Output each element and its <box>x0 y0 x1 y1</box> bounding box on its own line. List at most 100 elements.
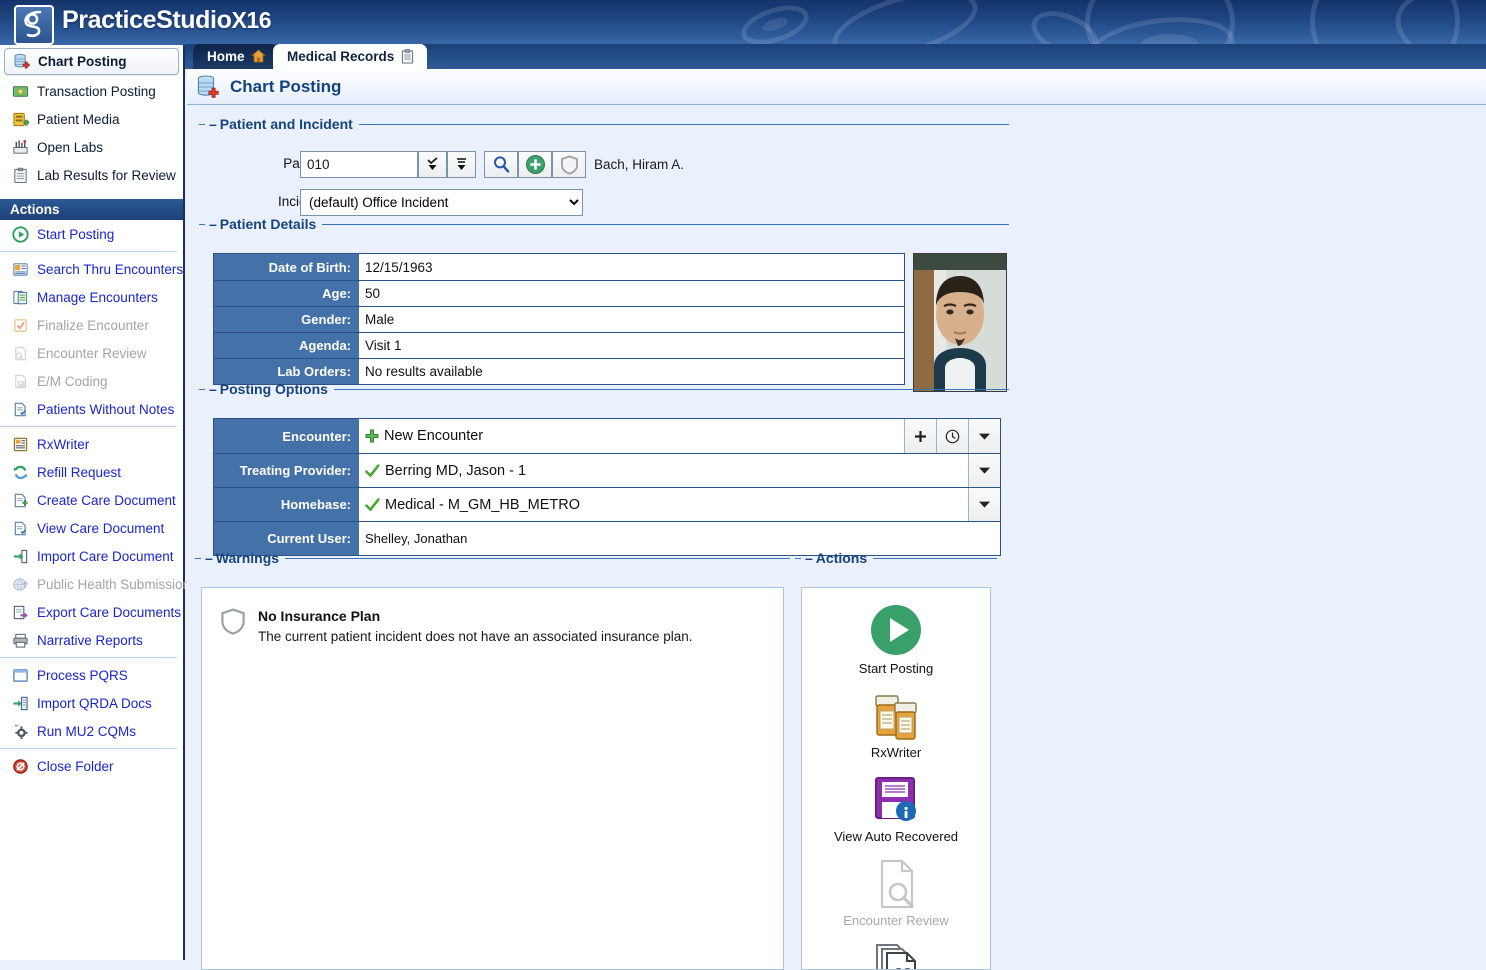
sidebar-item-chart-posting[interactable]: Chart Posting <box>4 48 179 75</box>
sidebar-item-open-labs[interactable]: Open Labs <box>0 133 183 161</box>
shield-icon <box>221 608 245 635</box>
sidebar-item-patient-media[interactable]: Patient Media <box>0 105 183 133</box>
printer-icon <box>12 632 29 649</box>
refresh-icon <box>12 464 29 481</box>
doc-view-icon <box>12 520 29 537</box>
sidebar-item-label: Open Labs <box>37 139 104 155</box>
tab-home[interactable]: Home <box>193 44 278 69</box>
patient-detail-value: Male <box>359 307 904 332</box>
posting-option-value: New Encounter <box>384 428 484 444</box>
posting-option-row: Homebase: Medical - M_GM_HB_METRO <box>214 487 1000 521</box>
add-icon[interactable] <box>904 419 936 453</box>
incident-select[interactable]: (default) Office Incident <box>300 189 583 216</box>
patient-name: Bach, Hiram A. <box>594 157 685 172</box>
doc-add-icon <box>12 492 29 509</box>
tab-medical-records[interactable]: Medical Records <box>273 44 428 69</box>
app-banner: PracticeStudioX16 <box>0 0 1486 45</box>
sidebar-action-label: Finalize Encounter <box>37 317 149 333</box>
chevron-down-icon[interactable] <box>968 454 1000 487</box>
sidebar-action-label: E/M Coding <box>37 373 108 389</box>
actions-panel-body: Start Posting RxWriter View Auto Recovered… <box>801 587 991 970</box>
chevron-down-icon[interactable] <box>968 419 1000 453</box>
search-encounters-icon <box>12 261 29 278</box>
checkbox-icon <box>12 317 29 334</box>
sidebar-action-start-posting[interactable]: Start Posting <box>0 220 183 248</box>
patient-input[interactable]: 010 <box>300 151 418 178</box>
app-logo <box>14 5 54 45</box>
chevron-down-icon[interactable] <box>968 488 1000 521</box>
sidebar-action-refill-request[interactable]: Refill Request <box>0 458 183 486</box>
sidebar-action-label: Refill Request <box>37 464 122 480</box>
posting-option-value: Medical - M_GM_HB_METRO <box>385 496 580 513</box>
warning-title: No Insurance Plan <box>258 608 381 624</box>
select-down-icon[interactable] <box>418 151 447 178</box>
posting-option-value-cell[interactable]: Berring MD, Jason - 1 <box>359 454 968 487</box>
doc-note-icon <box>12 401 29 418</box>
sidebar-action-label: Process PQRS <box>37 667 128 683</box>
add-patient-icon[interactable] <box>518 151 552 178</box>
posting-option-value-cell[interactable]: New Encounter <box>359 419 904 453</box>
sidebar-action-import-care-document[interactable]: Import Care Document <box>0 542 183 570</box>
posting-option-value-cell[interactable]: Medical - M_GM_HB_METRO <box>359 488 968 521</box>
sidebar-action-e-m-coding: E/M Coding <box>0 367 183 395</box>
media-icon <box>12 111 29 128</box>
shield-icon[interactable] <box>552 151 586 178</box>
action-tile-search-encounters[interactable]: Search Encounters <box>802 942 990 969</box>
posting-options-section: – Posting Options Encounter: New Encounter… <box>199 381 1009 556</box>
sidebar-action-rxwriter[interactable]: RxWriter <box>0 430 183 458</box>
page-header: Chart Posting <box>187 69 1486 105</box>
action-tile-label: RxWriter <box>870 745 922 760</box>
patient-detail-value: 12/15/1963 <box>359 254 904 280</box>
sidebar-actions-header: Actions <box>0 199 183 220</box>
patient-detail-row: Agenda: Visit 1 <box>214 332 904 358</box>
lab-icon <box>12 139 29 156</box>
action-tile-rxwriter[interactable]: RxWriter <box>802 690 990 760</box>
sidebar-item-lab-results-for-review[interactable]: Lab Results for Review <box>0 161 183 189</box>
sidebar-action-close-folder[interactable]: Close Folder <box>0 752 183 780</box>
sidebar-action-export-care-documents[interactable]: Export Care Documents <box>0 598 183 626</box>
sidebar-action-encounter-review: Encounter Review <box>0 339 183 367</box>
sidebar-action-run-mu2-cqms[interactable]: Run MU2 CQMs <box>0 717 183 745</box>
sidebar-action-view-care-document[interactable]: View Care Document <box>0 514 183 542</box>
clock-icon[interactable] <box>936 419 968 453</box>
action-tile-view-auto-recovered[interactable]: View Auto Recovered <box>802 774 990 844</box>
page-title: Chart Posting <box>230 76 342 96</box>
sidebar-action-finalize-encounter: Finalize Encounter <box>0 311 183 339</box>
action-tile-start-posting[interactable]: Start Posting <box>802 602 990 676</box>
search-icon[interactable] <box>484 151 518 178</box>
sidebar-action-import-qrda-docs[interactable]: Import QRDA Docs <box>0 689 183 717</box>
brand-title: PracticeStudioX16 <box>62 6 272 35</box>
brand-name: PracticeStudio <box>62 6 232 34</box>
home-icon <box>250 49 266 63</box>
sidebar-action-label: View Care Document <box>37 520 165 536</box>
patient-detail-row: Age: 50 <box>214 280 904 306</box>
list-down-icon[interactable] <box>447 151 476 178</box>
patient-photo <box>913 253 1007 392</box>
sidebar-action-label: RxWriter <box>37 436 90 452</box>
posting-option-value: Shelley, Jonathan <box>365 531 468 546</box>
sidebar-item-transaction-posting[interactable]: Transaction Posting <box>0 77 183 105</box>
patient-details-legend: – Patient Details <box>209 216 317 232</box>
sidebar-action-process-pqrs[interactable]: Process PQRS <box>0 661 183 689</box>
content-area: –Patient and Incident Patient: 010 Bach <box>187 106 1486 970</box>
warnings-legend: – Warnings <box>205 550 280 566</box>
sidebar-actions: Start Posting Search Thru Encounters Manag… <box>0 220 190 780</box>
import-doc-icon <box>12 695 29 712</box>
posting-option-value: Berring MD, Jason - 1 <box>385 462 527 479</box>
clipboard-icon <box>402 49 414 64</box>
sidebar-action-narrative-reports[interactable]: Narrative Reports <box>0 626 183 654</box>
gear-icon <box>12 723 29 740</box>
floppy-info-icon <box>868 774 924 826</box>
sidebar-action-search-thru-encounters[interactable]: Search Thru Encounters <box>0 255 183 283</box>
patient-detail-key: Agenda: <box>214 333 359 358</box>
actions-panel-legend: – Actions <box>805 550 868 566</box>
sidebar-action-label: Search Thru Encounters <box>37 261 184 277</box>
sidebar-action-label: Export Care Documents <box>37 604 182 620</box>
sidebar-action-create-care-document[interactable]: Create Care Document <box>0 486 183 514</box>
sidebar-action-label: Run MU2 CQMs <box>37 723 137 739</box>
money-icon <box>12 83 29 100</box>
sidebar-action-patients-without-notes[interactable]: Patients Without Notes <box>0 395 183 423</box>
sidebar-action-label: Import Care Document <box>37 548 174 564</box>
sidebar-action-manage-encounters[interactable]: Manage Encounters <box>0 283 183 311</box>
brand-suffix: X16 <box>231 7 272 33</box>
